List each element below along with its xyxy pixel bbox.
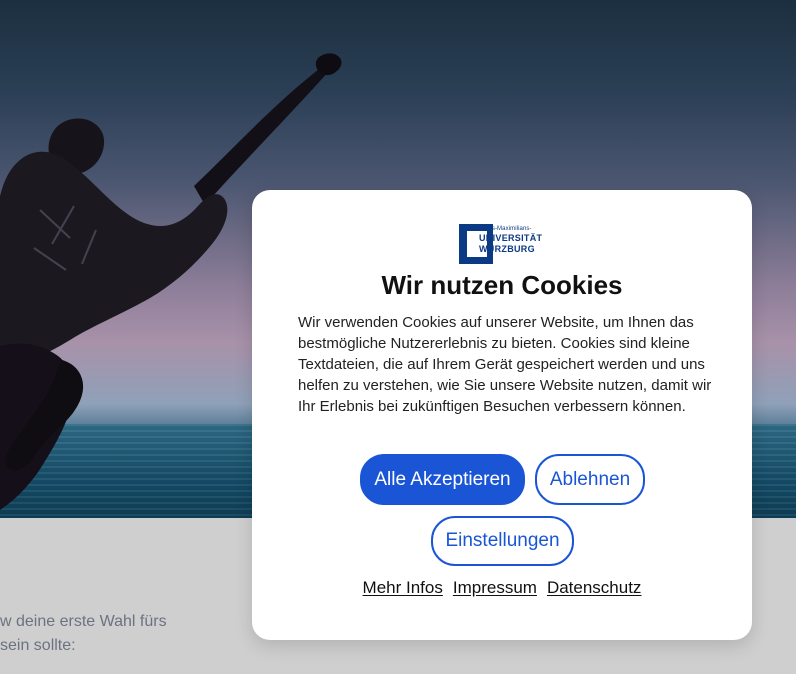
logo-line-2: WÜRZBURG [479,244,535,254]
background-text: w deine erste Wahl fürs sein sollte: [0,610,240,658]
footer-links: Mehr Infos Impressum Datenschutz [252,578,752,598]
settings-button[interactable]: Einstellungen [431,516,574,566]
logo-line-1: UNIVERSITÄT [479,233,543,243]
cookie-title: Wir nutzen Cookies [381,270,623,300]
university-logo: Julius-Maximilians- UNIVERSITÄT WÜRZBURG [459,224,549,264]
background-text-line-2: sein sollte: [0,637,76,654]
page: w deine erste Wahl fürs sein sollte: Jul… [0,0,796,674]
accept-all-button[interactable]: Alle Akzeptieren [360,454,525,505]
imprint-link[interactable]: Impressum [453,578,537,598]
cookie-consent-modal: Julius-Maximilians- UNIVERSITÄT WÜRZBURG… [252,190,752,640]
more-info-link[interactable]: Mehr Infos [363,578,443,598]
logo-subtitle: Julius-Maximilians- [479,226,532,232]
background-text-line-1: w deine erste Wahl fürs [0,613,167,630]
decline-button[interactable]: Ablehnen [535,454,645,505]
logo-text: Julius-Maximilians- UNIVERSITÄT WÜRZBURG [479,226,549,254]
privacy-link[interactable]: Datenschutz [547,578,642,598]
cookie-description: Wir verwenden Cookies auf unserer Websit… [298,314,712,415]
